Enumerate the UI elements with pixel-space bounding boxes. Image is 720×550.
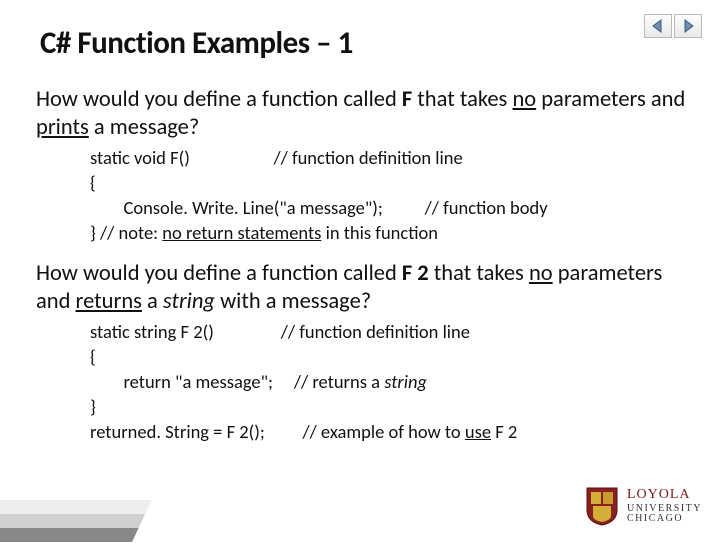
bullet-text: How would you define a function called F…	[36, 260, 692, 316]
code-line: returned. String = F 2(); // example of …	[90, 420, 692, 445]
logo-text-line3: CHICAGO	[627, 514, 702, 524]
code-block: static void F() // function definition l…	[90, 146, 692, 246]
code-line: } // note: no return statements in this …	[90, 221, 692, 246]
code-line: Console. Write. Line("a message"); // fu…	[90, 196, 692, 221]
code-line: static string F 2() // function definiti…	[90, 320, 692, 345]
slide-title: C# Function Examples – 1	[40, 24, 353, 62]
logo-text-line1: LOYOLA	[627, 488, 702, 502]
accent-stripe	[0, 500, 152, 550]
bullet-item: How would you define a function called F…	[28, 86, 692, 246]
bullet-text: How would you define a function called F…	[36, 86, 692, 142]
university-logo: LOYOLA UNIVERSITY CHICAGO	[585, 486, 702, 526]
slide-content: How would you define a function called F…	[28, 86, 692, 459]
code-line: {	[90, 171, 692, 196]
code-line: return "a message"; // returns a string	[90, 370, 692, 395]
prev-slide-button[interactable]	[644, 14, 672, 38]
bullet-item: How would you define a function called F…	[28, 260, 692, 445]
next-slide-button[interactable]	[674, 14, 702, 38]
code-line: {	[90, 345, 692, 370]
code-line: }	[90, 395, 692, 420]
shield-icon	[585, 486, 619, 526]
code-block: static string F 2() // function definiti…	[90, 320, 692, 445]
code-line: static void F() // function definition l…	[90, 146, 692, 171]
nav-buttons	[644, 14, 702, 38]
